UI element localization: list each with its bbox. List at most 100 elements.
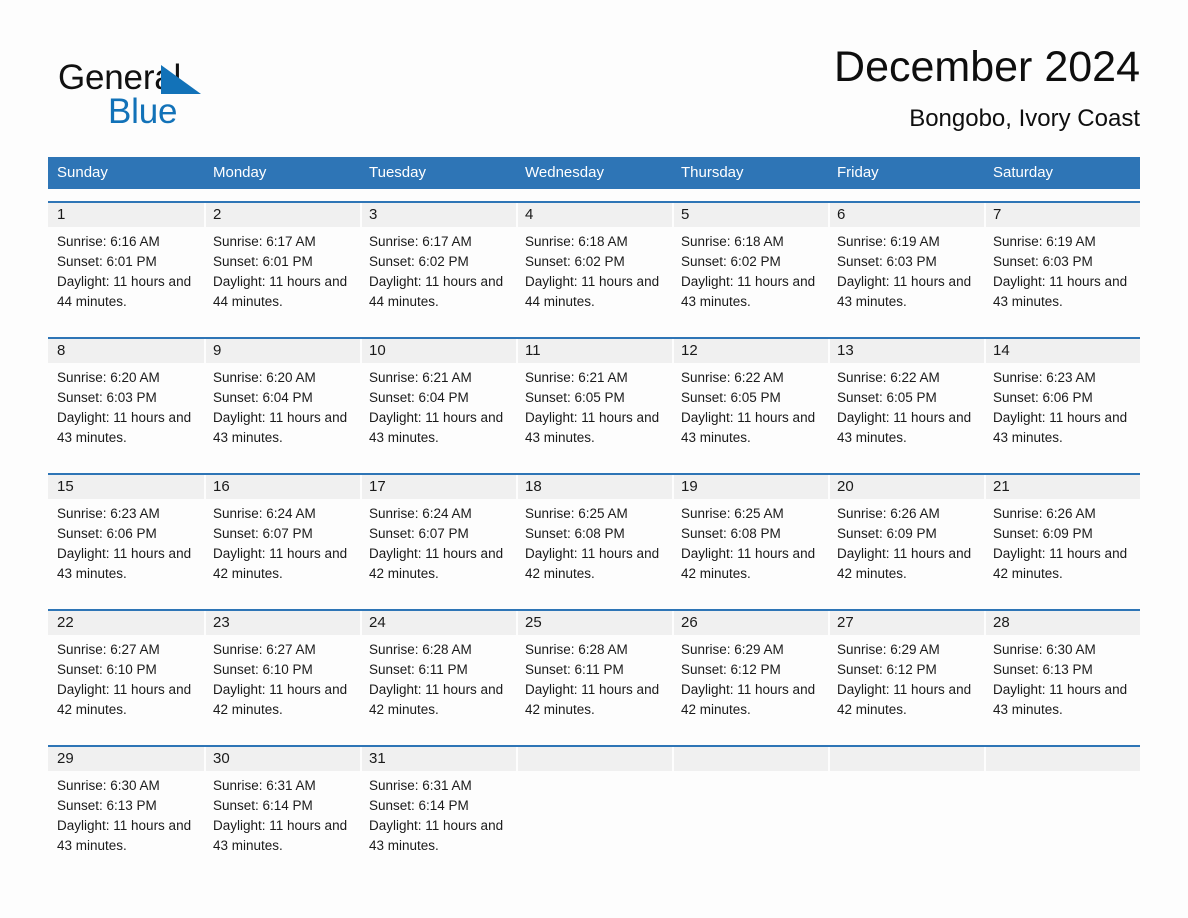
day-number: 11	[525, 342, 541, 359]
day-cell-empty	[828, 747, 984, 869]
sunrise-text: Sunrise: 6:20 AM	[213, 370, 316, 385]
day-cell[interactable]: 2 Sunrise: 6:17 AM Sunset: 6:01 PM Dayli…	[204, 203, 360, 325]
daylight-text: Daylight: 11 hours and 43 minutes.	[57, 410, 192, 445]
sunrise-text: Sunrise: 6:24 AM	[369, 506, 472, 521]
day-details: Sunrise: 6:17 AM Sunset: 6:02 PM Dayligh…	[369, 232, 512, 312]
day-details: Sunrise: 6:22 AM Sunset: 6:05 PM Dayligh…	[681, 368, 824, 448]
day-number: 6	[837, 206, 846, 223]
day-cell[interactable]: 23 Sunrise: 6:27 AM Sunset: 6:10 PM Dayl…	[204, 611, 360, 733]
day-cell[interactable]: 14 Sunrise: 6:23 AM Sunset: 6:06 PM Dayl…	[984, 339, 1140, 461]
daylight-text: Daylight: 11 hours and 42 minutes.	[681, 546, 816, 581]
sunset-text: Sunset: 6:03 PM	[837, 254, 937, 269]
day-details: Sunrise: 6:18 AM Sunset: 6:02 PM Dayligh…	[525, 232, 668, 312]
day-cell[interactable]: 3 Sunrise: 6:17 AM Sunset: 6:02 PM Dayli…	[360, 203, 516, 325]
sunset-text: Sunset: 6:14 PM	[369, 798, 469, 813]
weekday-header-thursday: Thursday	[681, 164, 744, 181]
day-number: 3	[369, 206, 378, 223]
day-details: Sunrise: 6:31 AM Sunset: 6:14 PM Dayligh…	[213, 776, 356, 856]
day-details: Sunrise: 6:30 AM Sunset: 6:13 PM Dayligh…	[993, 640, 1136, 720]
sunrise-text: Sunrise: 6:22 AM	[837, 370, 940, 385]
cell-divider	[984, 203, 986, 227]
daylight-text: Daylight: 11 hours and 44 minutes.	[525, 274, 660, 309]
day-cell[interactable]: 19 Sunrise: 6:25 AM Sunset: 6:08 PM Dayl…	[672, 475, 828, 597]
day-number: 16	[213, 478, 230, 495]
calendar-week-row: 22 Sunrise: 6:27 AM Sunset: 6:10 PM Dayl…	[48, 609, 1140, 733]
day-cell[interactable]: 9 Sunrise: 6:20 AM Sunset: 6:04 PM Dayli…	[204, 339, 360, 461]
sunrise-text: Sunrise: 6:30 AM	[993, 642, 1096, 657]
day-number: 21	[993, 478, 1010, 495]
day-cell[interactable]: 24 Sunrise: 6:28 AM Sunset: 6:11 PM Dayl…	[360, 611, 516, 733]
sunset-text: Sunset: 6:12 PM	[681, 662, 781, 677]
calendar-week-row: 29 Sunrise: 6:30 AM Sunset: 6:13 PM Dayl…	[48, 745, 1140, 869]
day-cell[interactable]: 17 Sunrise: 6:24 AM Sunset: 6:07 PM Dayl…	[360, 475, 516, 597]
day-number: 22	[57, 614, 74, 631]
sunset-text: Sunset: 6:04 PM	[369, 390, 469, 405]
day-cell[interactable]: 8 Sunrise: 6:20 AM Sunset: 6:03 PM Dayli…	[48, 339, 204, 461]
general-blue-logo[interactable]: General Blue	[58, 50, 358, 140]
day-cell[interactable]: 4 Sunrise: 6:18 AM Sunset: 6:02 PM Dayli…	[516, 203, 672, 325]
day-cell[interactable]: 5 Sunrise: 6:18 AM Sunset: 6:02 PM Dayli…	[672, 203, 828, 325]
day-cell[interactable]: 25 Sunrise: 6:28 AM Sunset: 6:11 PM Dayl…	[516, 611, 672, 733]
sunrise-text: Sunrise: 6:26 AM	[993, 506, 1096, 521]
day-cell[interactable]: 29 Sunrise: 6:30 AM Sunset: 6:13 PM Dayl…	[48, 747, 204, 869]
day-cell[interactable]: 27 Sunrise: 6:29 AM Sunset: 6:12 PM Dayl…	[828, 611, 984, 733]
weekday-header-monday: Monday	[213, 164, 267, 181]
sunset-text: Sunset: 6:04 PM	[213, 390, 313, 405]
day-cell[interactable]: 13 Sunrise: 6:22 AM Sunset: 6:05 PM Dayl…	[828, 339, 984, 461]
day-cell[interactable]: 31 Sunrise: 6:31 AM Sunset: 6:14 PM Dayl…	[360, 747, 516, 869]
day-details: Sunrise: 6:28 AM Sunset: 6:11 PM Dayligh…	[525, 640, 668, 720]
day-cell[interactable]: 7 Sunrise: 6:19 AM Sunset: 6:03 PM Dayli…	[984, 203, 1140, 325]
sunrise-text: Sunrise: 6:17 AM	[369, 234, 472, 249]
day-cell[interactable]: 18 Sunrise: 6:25 AM Sunset: 6:08 PM Dayl…	[516, 475, 672, 597]
sunset-text: Sunset: 6:05 PM	[681, 390, 781, 405]
day-cell[interactable]: 16 Sunrise: 6:24 AM Sunset: 6:07 PM Dayl…	[204, 475, 360, 597]
cell-divider	[204, 747, 206, 771]
sunset-text: Sunset: 6:05 PM	[525, 390, 625, 405]
daylight-text: Daylight: 11 hours and 44 minutes.	[57, 274, 192, 309]
sunrise-text: Sunrise: 6:21 AM	[369, 370, 472, 385]
day-number: 24	[369, 614, 386, 631]
day-details: Sunrise: 6:21 AM Sunset: 6:05 PM Dayligh…	[525, 368, 668, 448]
day-details: Sunrise: 6:30 AM Sunset: 6:13 PM Dayligh…	[57, 776, 200, 856]
day-cell[interactable]: 6 Sunrise: 6:19 AM Sunset: 6:03 PM Dayli…	[828, 203, 984, 325]
daylight-text: Daylight: 11 hours and 42 minutes.	[213, 682, 348, 717]
daylight-text: Daylight: 11 hours and 44 minutes.	[369, 274, 504, 309]
cell-divider	[360, 475, 362, 499]
day-cell[interactable]: 20 Sunrise: 6:26 AM Sunset: 6:09 PM Dayl…	[828, 475, 984, 597]
day-details: Sunrise: 6:18 AM Sunset: 6:02 PM Dayligh…	[681, 232, 824, 312]
day-cell[interactable]: 22 Sunrise: 6:27 AM Sunset: 6:10 PM Dayl…	[48, 611, 204, 733]
calendar-week-row: 8 Sunrise: 6:20 AM Sunset: 6:03 PM Dayli…	[48, 337, 1140, 461]
day-cell[interactable]: 28 Sunrise: 6:30 AM Sunset: 6:13 PM Dayl…	[984, 611, 1140, 733]
cell-divider	[984, 611, 986, 635]
day-number: 7	[993, 206, 1002, 223]
weekday-header-sunday: Sunday	[57, 164, 108, 181]
daylight-text: Daylight: 11 hours and 43 minutes.	[213, 410, 348, 445]
weekday-header-friday: Friday	[837, 164, 879, 181]
day-cell[interactable]: 21 Sunrise: 6:26 AM Sunset: 6:09 PM Dayl…	[984, 475, 1140, 597]
sunrise-text: Sunrise: 6:19 AM	[837, 234, 940, 249]
day-cell[interactable]: 10 Sunrise: 6:21 AM Sunset: 6:04 PM Dayl…	[360, 339, 516, 461]
day-cell[interactable]: 11 Sunrise: 6:21 AM Sunset: 6:05 PM Dayl…	[516, 339, 672, 461]
day-details: Sunrise: 6:21 AM Sunset: 6:04 PM Dayligh…	[369, 368, 512, 448]
day-details: Sunrise: 6:26 AM Sunset: 6:09 PM Dayligh…	[837, 504, 980, 584]
cell-divider	[984, 339, 986, 363]
cell-divider	[360, 747, 362, 771]
sunset-text: Sunset: 6:03 PM	[993, 254, 1093, 269]
day-details: Sunrise: 6:20 AM Sunset: 6:03 PM Dayligh…	[57, 368, 200, 448]
daylight-text: Daylight: 11 hours and 43 minutes.	[993, 274, 1128, 309]
day-cell[interactable]: 15 Sunrise: 6:23 AM Sunset: 6:06 PM Dayl…	[48, 475, 204, 597]
sunset-text: Sunset: 6:07 PM	[369, 526, 469, 541]
day-cell[interactable]: 12 Sunrise: 6:22 AM Sunset: 6:05 PM Dayl…	[672, 339, 828, 461]
day-cell[interactable]: 1 Sunrise: 6:16 AM Sunset: 6:01 PM Dayli…	[48, 203, 204, 325]
day-cell[interactable]: 30 Sunrise: 6:31 AM Sunset: 6:14 PM Dayl…	[204, 747, 360, 869]
cell-divider	[204, 475, 206, 499]
day-cell[interactable]: 26 Sunrise: 6:29 AM Sunset: 6:12 PM Dayl…	[672, 611, 828, 733]
day-number: 8	[57, 342, 66, 359]
sunset-text: Sunset: 6:05 PM	[837, 390, 937, 405]
sunrise-text: Sunrise: 6:17 AM	[213, 234, 316, 249]
day-details: Sunrise: 6:23 AM Sunset: 6:06 PM Dayligh…	[993, 368, 1136, 448]
day-number: 23	[213, 614, 230, 631]
cell-divider	[516, 203, 518, 227]
daylight-text: Daylight: 11 hours and 42 minutes.	[369, 546, 504, 581]
daylight-text: Daylight: 11 hours and 42 minutes.	[525, 682, 660, 717]
